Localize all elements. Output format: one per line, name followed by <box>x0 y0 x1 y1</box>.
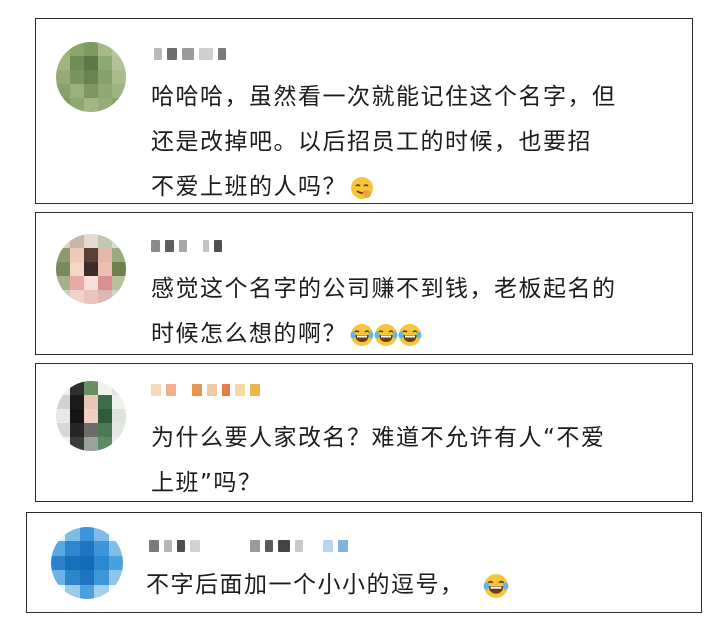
comment-text: 感觉这个名字的公司赚不到钱，老板起名的 时候怎么想的啊？ <box>151 267 617 357</box>
comment-line: 不字后面加一个小小的逗号， <box>146 563 509 608</box>
comment-line: 感觉这个名字的公司赚不到钱，老板起名的 <box>151 276 617 302</box>
comment-line-text: 时候怎么想的啊？ <box>151 321 347 347</box>
comment-card: 不字后面加一个小小的逗号， <box>26 512 702 613</box>
comment-card: 感觉这个名字的公司赚不到钱，老板起名的 时候怎么想的啊？ <box>35 212 693 355</box>
comment-text: 不字后面加一个小小的逗号， <box>146 563 509 608</box>
username-blurred[interactable] <box>149 539 348 553</box>
comment-line: 哈哈哈，虽然看一次就能记住这个名字，但 <box>151 84 617 110</box>
comment-line-text: 不爱上班的人吗？ <box>151 174 347 200</box>
comment-line: 还是改掉吧。以后招员工的时候，也要招 <box>151 129 592 155</box>
comment-line: 为什么要人家改名？难道不允许有人“不爱 <box>151 425 606 451</box>
comment-text: 哈哈哈，虽然看一次就能记住这个名字，但 还是改掉吧。以后招员工的时候，也要招 不… <box>151 75 617 210</box>
username-blurred[interactable] <box>151 383 260 397</box>
username-blurred[interactable] <box>151 239 222 253</box>
avatar[interactable] <box>51 527 123 599</box>
comment-line: 时候怎么想的啊？ <box>151 312 617 357</box>
comment-line: 不爱上班的人吗？ <box>151 165 617 210</box>
laughing-tears-icon <box>398 323 422 346</box>
laughing-tears-icon <box>350 323 374 346</box>
laughing-tears-icon <box>374 323 398 346</box>
comment-card: 为什么要人家改名？难道不允许有人“不爱 上班”吗？ <box>35 363 693 502</box>
comment-text: 为什么要人家改名？难道不允许有人“不爱 上班”吗？ <box>151 416 605 506</box>
username-blurred[interactable] <box>154 47 226 61</box>
laughing-tears-icon <box>483 573 508 598</box>
avatar[interactable] <box>56 381 126 451</box>
comment-line: 上班”吗？ <box>151 470 263 496</box>
yum-face-icon <box>351 176 373 199</box>
avatar[interactable] <box>56 42 126 112</box>
comment-line-text: 不字后面加一个小小的逗号， <box>146 572 465 598</box>
avatar[interactable] <box>56 234 126 304</box>
comment-card: 哈哈哈，虽然看一次就能记住这个名字，但 还是改掉吧。以后招员工的时候，也要招 不… <box>35 18 693 204</box>
